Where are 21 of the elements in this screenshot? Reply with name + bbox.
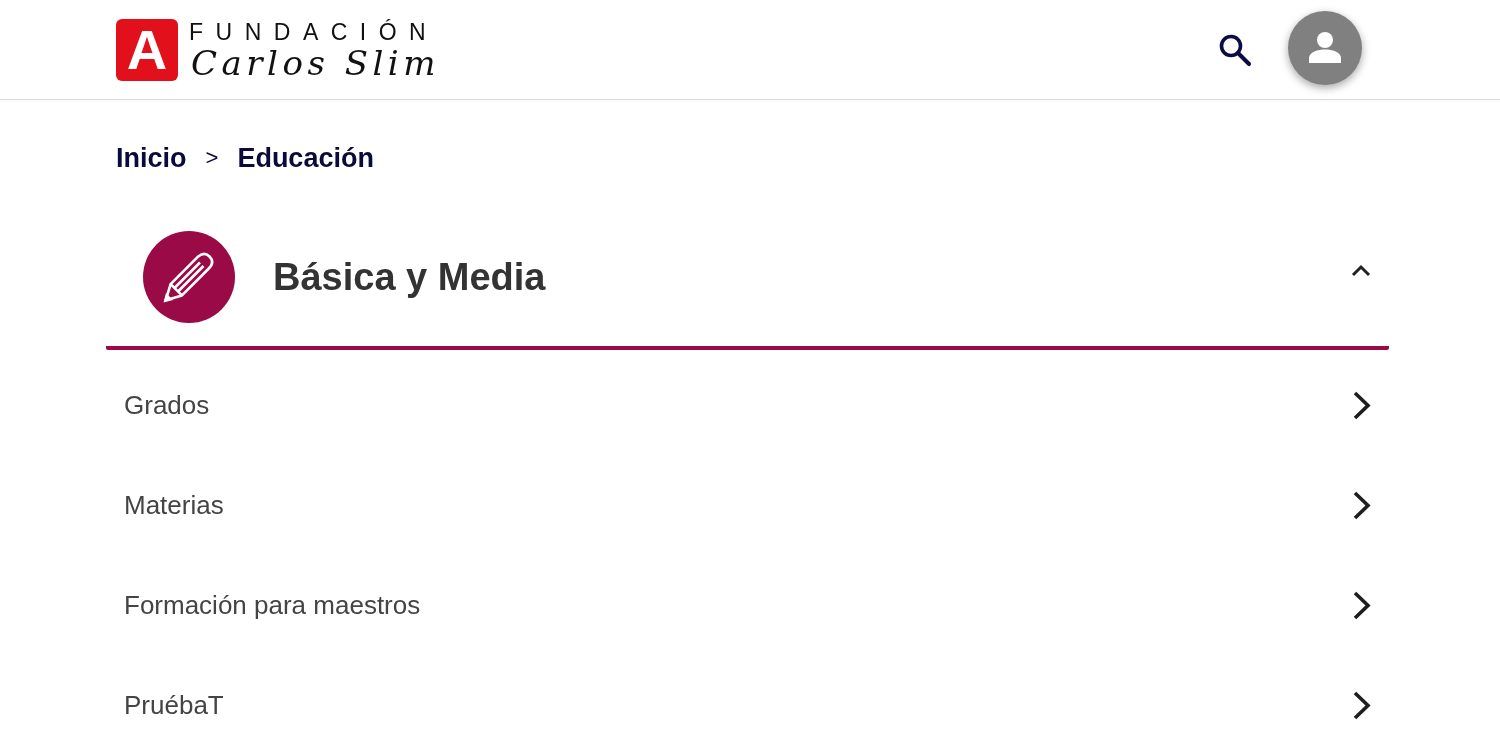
- pencil-icon: [143, 231, 235, 323]
- chevron-right-icon: [1351, 389, 1371, 421]
- search-button[interactable]: [1218, 32, 1252, 67]
- chevron-right-icon: [1351, 689, 1371, 721]
- breadcrumb-separator: >: [205, 144, 219, 172]
- menu-item[interactable]: PruébaT: [106, 655, 1389, 755]
- menu-item[interactable]: Formación para maestros: [106, 555, 1389, 655]
- logo-badge: A: [116, 18, 178, 81]
- breadcrumb-link[interactable]: Inicio: [116, 142, 187, 174]
- search-icon: [1218, 32, 1252, 67]
- logo-title: FUNDACIÓN: [189, 18, 440, 45]
- menu-item[interactable]: Grados: [106, 355, 1389, 455]
- logo-script: Carlos Slim: [191, 44, 440, 81]
- breadcrumb-link[interactable]: Educación: [237, 142, 374, 174]
- menu-item[interactable]: Materias: [106, 455, 1389, 555]
- account-button[interactable]: [1288, 11, 1362, 85]
- user-icon: [1308, 31, 1342, 63]
- chevron-right-icon: [1351, 589, 1371, 621]
- chevron-right-icon: [1351, 489, 1371, 521]
- section-title: Básica y Media: [273, 255, 547, 299]
- section-header[interactable]: Básica y Media: [106, 231, 1389, 350]
